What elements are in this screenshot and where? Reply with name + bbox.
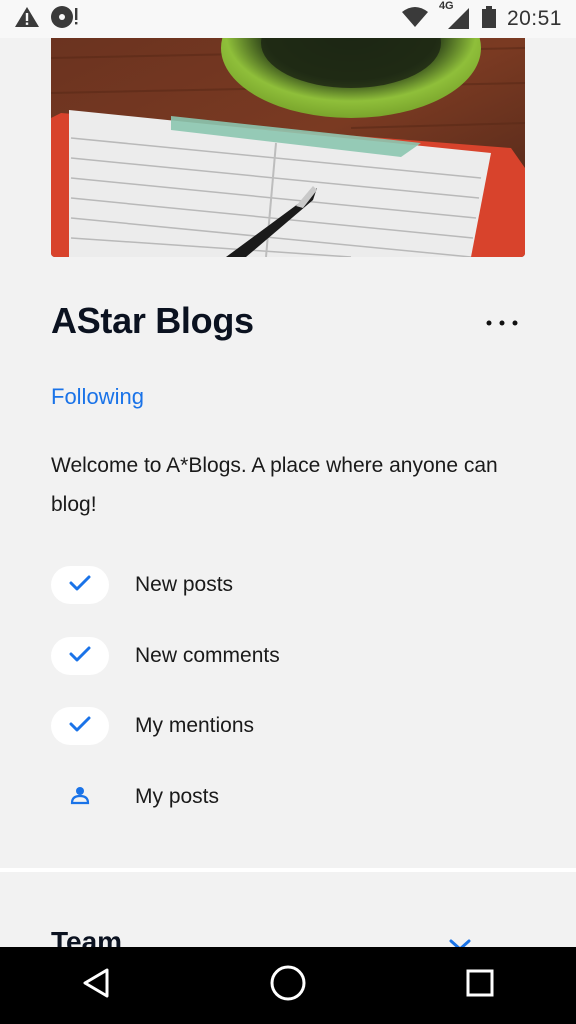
more-horizontal-icon xyxy=(486,313,518,331)
pref-my-posts[interactable]: My posts xyxy=(51,777,471,817)
section-divider xyxy=(0,868,576,872)
more-options-button[interactable] xyxy=(480,306,524,338)
pref-new-comments[interactable]: New comments xyxy=(51,636,471,676)
recents-square-icon xyxy=(465,968,495,1003)
following-button[interactable]: Following xyxy=(51,384,144,410)
wifi-icon xyxy=(401,6,429,33)
home-circle-icon xyxy=(269,964,307,1007)
blog-header-image xyxy=(51,38,525,257)
person-icon xyxy=(70,785,90,810)
toggle-pill[interactable] xyxy=(51,637,109,675)
back-triangle-icon xyxy=(81,967,111,1004)
home-button[interactable] xyxy=(248,947,328,1024)
network-type-label: 4G xyxy=(438,0,454,12)
blog-title: AStar Blogs xyxy=(51,300,254,341)
pref-label: New posts xyxy=(135,573,234,596)
clock: 20:51 xyxy=(506,7,562,30)
toggle-pill[interactable] xyxy=(51,778,109,816)
check-icon xyxy=(69,574,91,597)
pref-label: My posts xyxy=(135,785,220,808)
back-button[interactable] xyxy=(56,947,136,1024)
system-nav-bar xyxy=(0,947,576,1024)
pref-label: New comments xyxy=(135,644,280,667)
status-bar: 4G 20:51 xyxy=(0,0,576,38)
blog-description: Welcome to A*Blogs. A place where anyone… xyxy=(51,454,498,516)
battery-icon xyxy=(481,5,497,34)
check-icon xyxy=(69,645,91,668)
pref-my-mentions[interactable]: My mentions xyxy=(51,706,471,746)
pref-label: My mentions xyxy=(135,714,255,737)
check-icon xyxy=(69,715,91,738)
media-notification-icon xyxy=(50,5,80,34)
pref-new-posts[interactable]: New posts xyxy=(51,565,471,605)
cell-signal-icon: 4G xyxy=(439,0,471,35)
warning-icon xyxy=(14,5,40,34)
recents-button[interactable] xyxy=(440,947,520,1024)
toggle-pill[interactable] xyxy=(51,566,109,604)
toggle-pill[interactable] xyxy=(51,707,109,745)
